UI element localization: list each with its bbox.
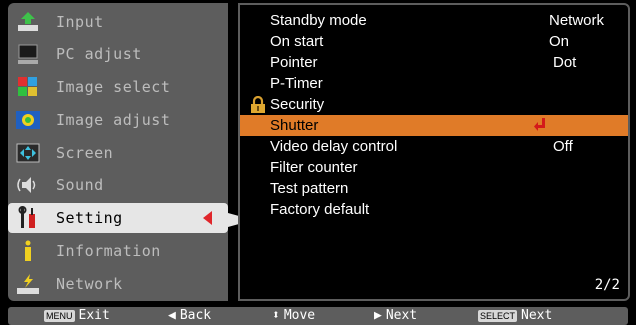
right-arrow-icon: ▶ <box>374 308 382 323</box>
next-hint: ▶ Next <box>374 308 418 323</box>
setting-row-standby-mode[interactable]: Standby mode Network <box>240 10 628 31</box>
exit-hint: MENU Exit <box>44 308 110 323</box>
setting-row-p-timer[interactable]: P-Timer <box>240 73 628 94</box>
menu-item-information[interactable]: Information <box>8 236 228 266</box>
setting-row-pointer[interactable]: Pointer Dot <box>240 52 628 73</box>
main-menu: Input PC adjust Image select Image adjus… <box>8 3 228 301</box>
setting-row-security[interactable]: Security <box>240 94 628 115</box>
setting-submenu: Standby mode Network On start On Pointer… <box>238 3 630 301</box>
up-down-arrow-icon: ⬍ <box>272 308 280 323</box>
back-hint: ◀ Back <box>168 308 212 323</box>
menu-item-image-adjust[interactable]: Image adjust <box>8 105 228 135</box>
setting-tools-icon <box>12 205 44 231</box>
input-icon <box>12 9 44 35</box>
info-icon <box>12 238 44 264</box>
select-key-badge: SELECT <box>478 309 518 322</box>
lock-icon <box>250 95 266 114</box>
left-arrow-icon: ◀ <box>168 308 176 323</box>
network-icon <box>12 271 44 297</box>
page-indicator: 2/2 <box>594 277 620 293</box>
select-next-hint: SELECT Next <box>478 308 553 323</box>
setting-row-video-delay-control[interactable]: Video delay control Off <box>240 136 628 157</box>
selected-arrow-icon <box>203 211 212 225</box>
enter-icon <box>534 118 548 132</box>
setting-row-on-start[interactable]: On start On <box>240 31 628 52</box>
image-adjust-icon <box>12 107 44 133</box>
key-guide-bar: MENU Exit ◀ Back ⬍ Move ▶ Next SELECT Ne… <box>8 307 628 325</box>
menu-item-sound[interactable]: Sound <box>8 170 228 200</box>
monitor-icon <box>12 41 44 67</box>
move-hint: ⬍ Move <box>272 308 316 323</box>
setting-row-filter-counter[interactable]: Filter counter <box>240 157 628 178</box>
setting-row-test-pattern[interactable]: Test pattern <box>240 178 628 199</box>
image-select-icon <box>12 74 44 100</box>
menu-key-badge: MENU <box>44 309 75 322</box>
menu-item-setting[interactable]: Setting <box>8 203 228 233</box>
setting-row-factory-default[interactable]: Factory default <box>240 199 628 220</box>
menu-connector <box>228 213 238 227</box>
screen-icon <box>12 140 44 166</box>
menu-item-network[interactable]: Network <box>8 269 228 299</box>
menu-item-image-select[interactable]: Image select <box>8 72 228 102</box>
menu-item-pc-adjust[interactable]: PC adjust <box>8 39 228 69</box>
setting-row-shutter[interactable]: Shutter <box>240 115 628 136</box>
menu-item-screen[interactable]: Screen <box>8 138 228 168</box>
speaker-icon <box>12 172 44 198</box>
osd-menu: Input PC adjust Image select Image adjus… <box>0 0 636 325</box>
menu-item-input[interactable]: Input <box>8 7 228 37</box>
